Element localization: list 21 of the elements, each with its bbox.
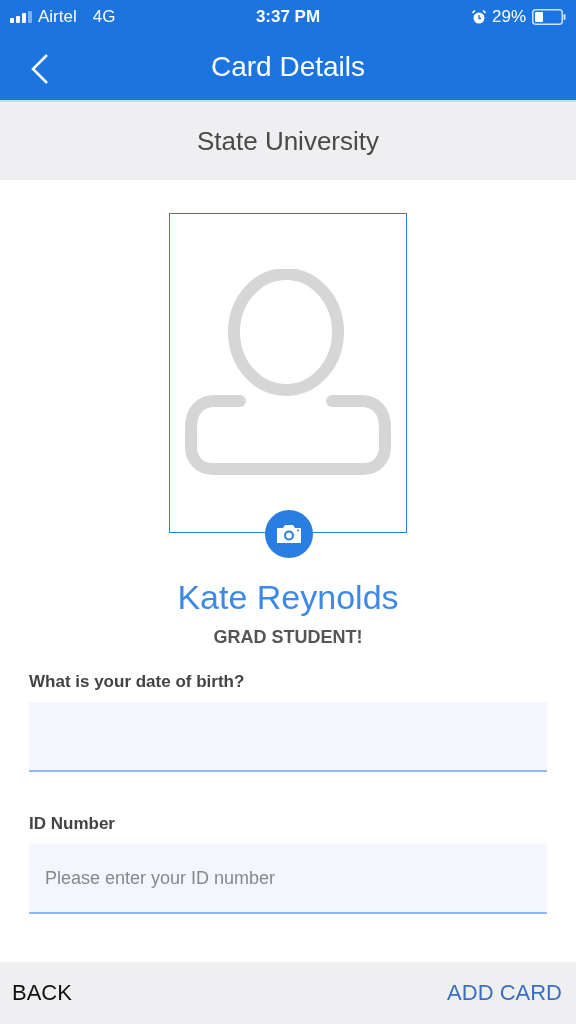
field-label: What is your date of birth? — [29, 672, 246, 692]
battery-icon — [532, 8, 566, 25]
clock-time: 3:37 PM — [255, 6, 321, 26]
university-name: State University — [196, 125, 380, 157]
carrier-name: Airtel — [38, 6, 77, 27]
add-card-button[interactable]: ADD CARD — [445, 976, 564, 1010]
student-name: Kate Reynolds — [177, 578, 399, 617]
back-chevron-icon — [30, 53, 50, 85]
battery-percent: 29% — [491, 6, 526, 27]
camera-icon — [275, 523, 303, 545]
alarm-clock-icon — [471, 9, 486, 24]
screen-title: Card Details — [210, 50, 366, 83]
input-field[interactable] — [29, 702, 547, 772]
field-label: ID Number — [29, 814, 116, 834]
person-silhouette-icon — [185, 269, 391, 477]
network-type: 4G — [92, 6, 116, 27]
student-role: GRAD STUDENT! — [213, 627, 363, 648]
input-field[interactable]: Please enter your ID number — [29, 844, 547, 914]
camera-button[interactable] — [265, 510, 313, 558]
signal-icon — [10, 10, 32, 23]
back-button[interactable]: BACK — [10, 976, 74, 1010]
